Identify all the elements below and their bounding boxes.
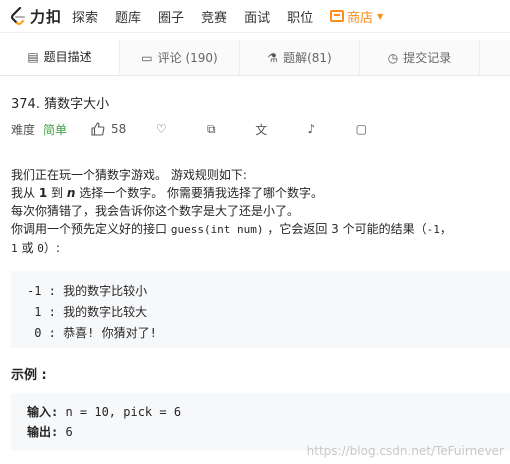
nav-item-jobs[interactable]: 职位 [287, 7, 313, 26]
bell-icon[interactable]: ♪ [304, 122, 318, 136]
watermark: https://blog.csdn.net/TeFuirnever [306, 444, 504, 458]
clock-icon: ◷ [387, 50, 399, 65]
code-line: -1 : 我的数字比较小 [27, 284, 148, 298]
tab-label: 题目描述 [43, 50, 92, 64]
nav-item-store[interactable]: 商店 ▼ [330, 7, 383, 26]
tab-solutions[interactable]: ⚗ 题解(81) [240, 40, 360, 75]
desc-text: 选择一个数字。 你需要猜我选择了哪个数字。 [75, 186, 324, 200]
example-output-label: 输出: [27, 425, 59, 439]
translate-icon[interactable]: 文 [254, 121, 268, 138]
tab-comments[interactable]: ▭ 评论 (190) [120, 40, 240, 75]
example-heading: 示例 : [11, 368, 47, 383]
like-count: 58 [111, 122, 127, 136]
inline-code: 1 [11, 242, 18, 255]
desc-text: 你调用一个预先定义好的接口 [11, 222, 171, 236]
nav-item-contest[interactable]: 竞赛 [201, 7, 227, 26]
problem-tabs: ▤ 题目描述 ▭ 评论 (190) ⚗ 题解(81) ◷ 提交记录 [0, 40, 510, 76]
feedback-icon[interactable]: ▢ [354, 122, 368, 136]
chevron-down-icon: ▼ [377, 11, 384, 21]
tab-label: 提交记录 [403, 51, 452, 65]
difficulty-label: 难度 [11, 122, 36, 137]
example-input-value: n = 10, pick = 6 [58, 405, 182, 419]
difficulty-badge: 简单 [43, 122, 68, 137]
heart-icon[interactable]: ♡ [154, 122, 168, 136]
nav-item-circle[interactable]: 圈子 [158, 7, 184, 26]
desc-text: ， [439, 222, 452, 236]
desc-text: 我从 [11, 186, 39, 200]
result-code-block: -1 : 我的数字比较小 1 : 我的数字比较大 0 : 恭喜! 你猜对了! [11, 271, 510, 348]
tab-description[interactable]: ▤ 题目描述 [0, 40, 120, 75]
problem-description: 我们正在玩一个猜数字游戏。 游戏规则如下: 我从 1 到 n 选择一个数字。 你… [11, 166, 506, 258]
desc-bold: 1 [38, 186, 48, 200]
inline-code: guess(int num) [170, 223, 264, 236]
example-block: 输入: n = 10, pick = 6 输出: 6 [11, 393, 510, 451]
tabs-filler [480, 40, 510, 75]
example-output-value: 6 [58, 425, 73, 439]
code-line: 0 : 恭喜! 你猜对了! [27, 326, 157, 340]
like-button[interactable]: 58 [91, 122, 126, 136]
store-label: 商店 [347, 10, 374, 26]
flask-icon: ⚗ [267, 50, 279, 65]
inline-code: 0 [37, 242, 44, 255]
thumbs-up-icon [91, 122, 105, 136]
nav-item-interview[interactable]: 面试 [244, 7, 270, 26]
example-input-label: 输入: [27, 405, 59, 419]
desc-text: 或 [17, 241, 38, 255]
tab-label: 题解(81) [283, 51, 332, 65]
inline-code: -1 [426, 223, 440, 236]
desc-line: 我们正在玩一个猜数字游戏。 游戏规则如下: [11, 168, 247, 182]
comment-icon: ▭ [141, 50, 153, 65]
top-nav: 力扣 探索 题库 圈子 竞赛 面试 职位 商店 ▼ [0, 0, 510, 33]
desc-line: 1 或 0）: [11, 239, 506, 258]
desc-text: 到 [47, 186, 67, 200]
code-line: 1 : 我的数字比较大 [27, 305, 148, 319]
desc-line: 我从 1 到 n 选择一个数字。 你需要猜我选择了哪个数字。 [11, 184, 506, 202]
desc-line: 你调用一个预先定义好的接口 guess(int num) ，它会返回 3 个可能… [11, 220, 506, 239]
desc-text: ）: [43, 241, 60, 255]
logo[interactable]: 力扣 [10, 6, 72, 27]
share-icon[interactable]: ⧉ [204, 122, 218, 137]
nav-item-explore[interactable]: 探索 [72, 7, 98, 26]
problem-meta: 难度 简单 58 ♡ ⧉ 文 ♪ ▢ [11, 121, 404, 137]
problem-title: 374. 猜数字大小 [11, 97, 110, 112]
desc-text: ，它会返回 3 个可能的结果（ [263, 222, 427, 236]
desc-line: 每次你猜错了，我会告诉你这个数字是大了还是小了。 [11, 204, 300, 218]
logo-text: 力扣 [30, 7, 63, 26]
description-icon: ▤ [27, 49, 39, 64]
nav-item-problems[interactable]: 题库 [115, 7, 141, 26]
store-icon [330, 10, 345, 22]
leetcode-logo-icon [10, 6, 25, 25]
example-output: 输出: 6 [27, 422, 510, 442]
example-input: 输入: n = 10, pick = 6 [27, 402, 510, 422]
tab-label: 评论 (190) [157, 51, 218, 65]
tab-submissions[interactable]: ◷ 提交记录 [360, 40, 480, 75]
